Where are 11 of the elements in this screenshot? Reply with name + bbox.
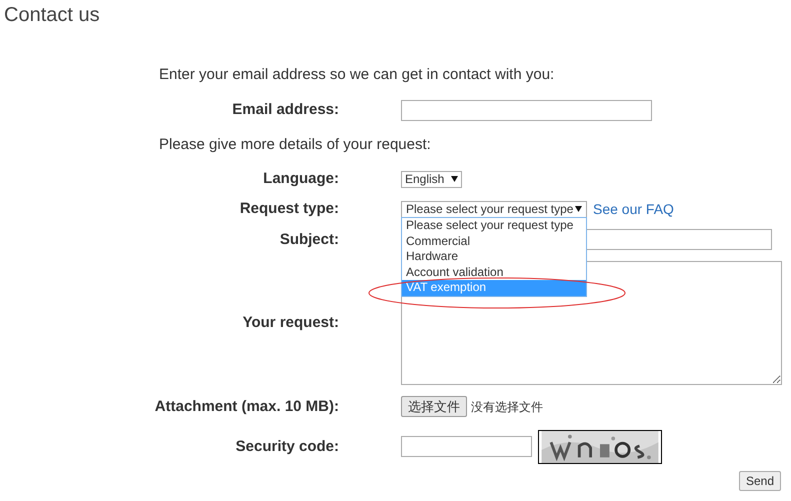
field-label: Your request: [242, 313, 339, 333]
instruction-text: Please give more details of your request: [159, 135, 431, 155]
field-label: Subject: [280, 230, 339, 250]
field-label: Language: [263, 169, 339, 189]
field-label: Email address: [232, 100, 339, 120]
instruction-text: Enter your email address so we can get in contact with you: [159, 65, 554, 85]
page-title: Contact us [3, 3, 100, 27]
field-label: Security code: [236, 436, 339, 456]
file-status: 没有选择文件 [471, 398, 543, 416]
field-label: Request type: [240, 199, 339, 219]
field-label: Attachment (max. 10 MB): [154, 396, 339, 416]
